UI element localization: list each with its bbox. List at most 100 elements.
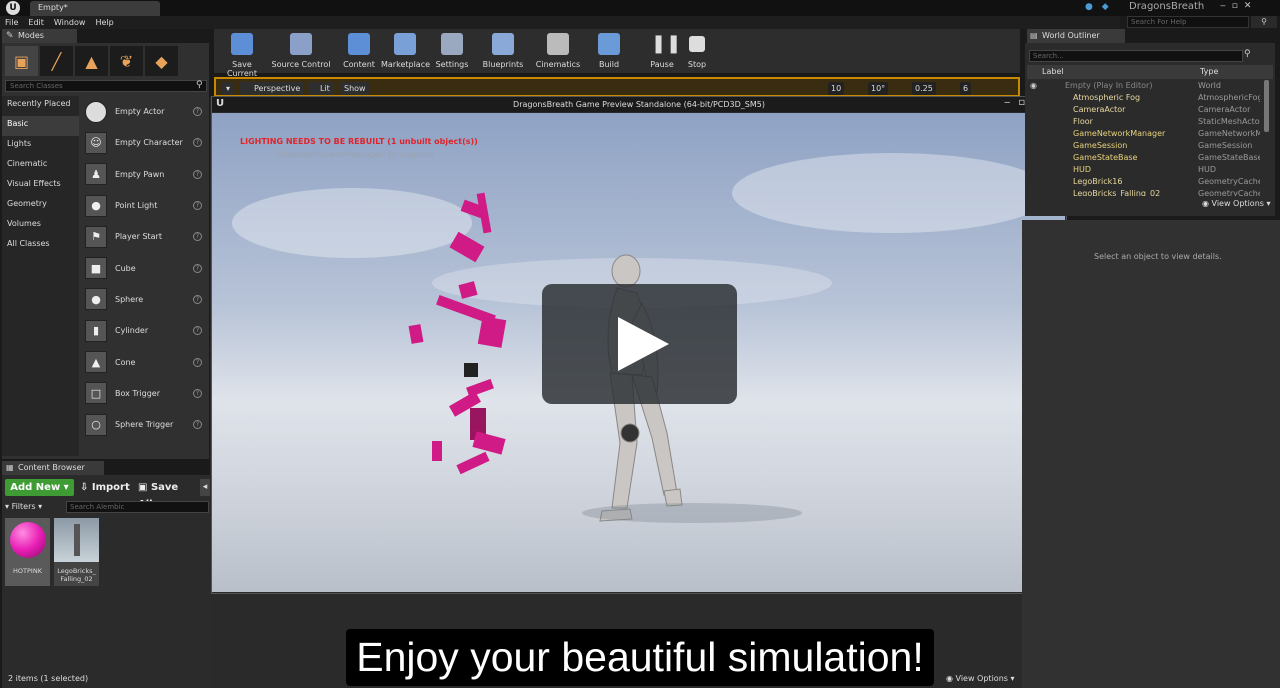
help-icon[interactable]: ?	[193, 357, 202, 367]
place-item[interactable]: Empty Actor?	[80, 96, 208, 127]
help-icon[interactable]: ?	[193, 294, 202, 304]
place-item[interactable]: ▮ Cylinder?	[80, 315, 208, 346]
pause-icon: ❚❚	[651, 33, 682, 54]
save-all-button[interactable]: ▣ Save All	[138, 479, 193, 510]
video-play-button[interactable]	[542, 284, 737, 404]
notification-icons[interactable]: ● ◆	[1085, 2, 1109, 12]
outliner-row[interactable]: HUD HUD	[1027, 164, 1262, 176]
help-icon[interactable]: ?	[193, 388, 202, 398]
outliner-root-row[interactable]: ◉ Empty (Play In Editor) World	[1027, 80, 1262, 92]
category-geometry[interactable]: Geometry	[2, 196, 79, 216]
help-search-input[interactable]: Search For Help	[1127, 16, 1249, 28]
outliner-row[interactable]: Floor StaticMeshActor	[1027, 116, 1262, 128]
outliner-view-options[interactable]: ◉ View Options ▾	[1202, 199, 1271, 208]
place-item[interactable]: ○ Sphere Trigger?	[80, 409, 208, 440]
outliner-scrollbar[interactable]	[1264, 80, 1269, 132]
outliner-row[interactable]: Atmospheric Fog AtmosphericFog	[1027, 92, 1262, 104]
help-icon[interactable]: ?	[193, 326, 202, 336]
camera-speed-value[interactable]: 6	[960, 82, 972, 95]
outliner-row-type: GeometryCacheAc	[1198, 177, 1260, 186]
help-icon[interactable]: ?	[193, 169, 202, 179]
content-browser-tab[interactable]: Content Browser	[2, 461, 104, 475]
asset-tile-hotpink[interactable]: HOTPINK	[5, 518, 50, 586]
help-icon[interactable]: ?	[193, 138, 202, 148]
perspective-button[interactable]: Perspective	[240, 82, 305, 95]
category-volumes[interactable]: Volumes	[2, 216, 79, 236]
help-search-icon[interactable]: ⚲	[1251, 16, 1277, 28]
rotation-snap-value[interactable]: 10°	[868, 82, 889, 95]
menu-help[interactable]: Help	[90, 16, 118, 29]
landscape-mode-icon[interactable]: ▲	[75, 46, 108, 76]
cinematics-button[interactable]: Cinematics	[535, 31, 581, 71]
place-item[interactable]: ● Sphere?	[80, 284, 208, 315]
save-current-button[interactable]: Save Current	[216, 31, 268, 78]
marketplace-button[interactable]: Marketplace	[381, 31, 430, 71]
menu-edit[interactable]: Edit	[23, 16, 49, 29]
class-search-input[interactable]: Search Classes	[5, 80, 207, 92]
category-basic[interactable]: Basic	[2, 116, 79, 136]
menu-file[interactable]: File	[0, 16, 23, 29]
settings-button[interactable]: Settings	[434, 31, 470, 71]
category-all-classes[interactable]: All Classes	[2, 236, 79, 256]
scale-snap-value[interactable]: 0.25	[912, 82, 936, 95]
outliner-row-label: LegoBrick16	[1073, 177, 1123, 186]
place-item[interactable]: ☺ Empty Character?	[80, 127, 208, 158]
document-tab[interactable]: Empty*	[30, 1, 160, 16]
bottom-view-options[interactable]: ◉ View Options ▾	[946, 674, 1015, 683]
cinematics-icon	[547, 33, 569, 55]
eye-icon: ◉	[946, 674, 953, 683]
place-item[interactable]: ■ Cube?	[80, 252, 208, 283]
lit-button[interactable]: Lit	[308, 82, 334, 95]
help-icon[interactable]: ?	[193, 201, 202, 211]
add-new-button[interactable]: Add New ▾	[5, 479, 74, 496]
collapse-sources-button[interactable]: ◂	[200, 479, 210, 496]
outliner-row[interactable]: GameNetworkManager GameNetworkMar	[1027, 128, 1262, 140]
world-outliner-tab[interactable]: World Outliner	[1027, 29, 1125, 43]
category-visual-effects[interactable]: Visual Effects	[2, 176, 79, 196]
outliner-row[interactable]: LegoBrick16 GeometryCacheAc	[1027, 176, 1262, 188]
place-item[interactable]: □ Box Trigger?	[80, 378, 208, 409]
outliner-row[interactable]: GameSession GameSession	[1027, 140, 1262, 152]
outliner-row[interactable]: GameStateBase GameStateBase	[1027, 152, 1262, 164]
filters-button[interactable]: ▾ Filters ▾	[5, 501, 63, 513]
window-controls[interactable]: ‒▫✕	[1220, 1, 1257, 11]
feedback-icon[interactable]: ◆	[1102, 2, 1109, 12]
category-cinematic[interactable]: Cinematic	[2, 156, 79, 176]
import-button[interactable]: ⇩ Import	[80, 479, 130, 496]
content-button[interactable]: Content	[341, 31, 377, 71]
build-button[interactable]: Build	[594, 31, 624, 71]
category-lights[interactable]: Lights	[2, 136, 79, 156]
foliage-mode-icon[interactable]: ❦	[110, 46, 143, 76]
mode-toolbar: ▣ ╱ ▲ ❦ ◆	[5, 46, 185, 76]
help-icon[interactable]: ?	[193, 420, 202, 430]
show-button[interactable]: Show	[340, 82, 370, 95]
grid-snap-value[interactable]: 10	[828, 82, 845, 95]
place-item[interactable]: ♟ Empty Pawn?	[80, 159, 208, 190]
paint-mode-icon[interactable]: ╱	[40, 46, 73, 76]
stop-button[interactable]: Stop	[682, 31, 712, 71]
menu-window[interactable]: Window	[49, 16, 91, 29]
help-icon[interactable]: ?	[193, 107, 202, 117]
category-recently-placed[interactable]: Recently Placed	[2, 96, 79, 116]
place-item[interactable]: ▲ Cone?	[80, 346, 208, 377]
place-item[interactable]: ⚑ Player Start?	[80, 221, 208, 252]
outliner-row[interactable]: LegoBricks_Falling_02 GeometryCacheAc	[1027, 188, 1262, 196]
col-type[interactable]: Type	[1200, 65, 1218, 79]
help-icon[interactable]: ?	[193, 263, 202, 273]
viewport-options-button[interactable]: ▾	[222, 82, 235, 95]
unreal-logo-icon[interactable]: U	[6, 1, 20, 15]
pause-button[interactable]: ❚❚ Pause	[647, 31, 682, 71]
outliner-row[interactable]: CameraActor CameraActor	[1027, 104, 1262, 116]
asset-search-input[interactable]: Search Alembic	[66, 501, 209, 513]
source-control-status-icon[interactable]: ●	[1085, 2, 1093, 12]
outliner-search-input[interactable]: Search...	[1029, 50, 1243, 62]
visibility-eye-icon[interactable]: ◉	[1030, 80, 1037, 92]
blueprints-button[interactable]: Blueprints	[482, 31, 524, 71]
help-icon[interactable]: ?	[193, 232, 202, 242]
geometry-mode-icon[interactable]: ◆	[145, 46, 178, 76]
col-label[interactable]: Label	[1042, 65, 1064, 79]
source-control-button[interactable]: Source Control	[270, 31, 332, 71]
asset-tile-legobricks[interactable]: LegoBricks_ Falling_02	[54, 518, 99, 586]
place-mode-icon[interactable]: ▣	[5, 46, 38, 76]
place-item[interactable]: ● Point Light?	[80, 190, 208, 221]
